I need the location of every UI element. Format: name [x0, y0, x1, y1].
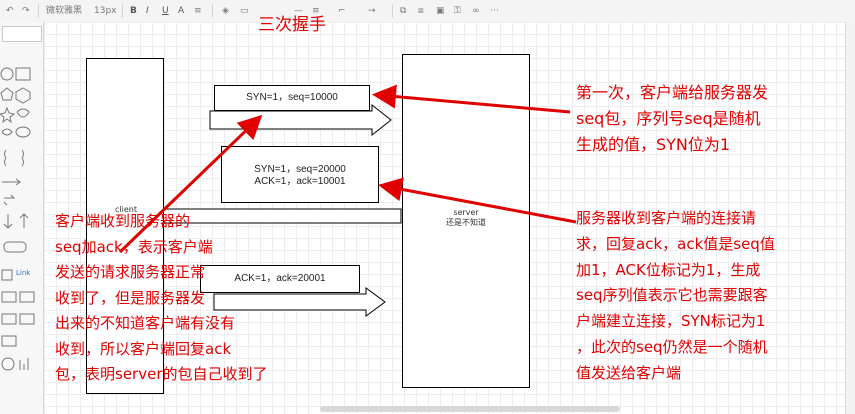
note-line: 出来的不知道客户端有没有 — [55, 314, 236, 332]
note-line: seq加ack，表示客户端 — [55, 237, 213, 256]
note-line: 客户端收到服务器的 — [55, 212, 191, 230]
note-line: seq序列值表示它也需要跟客 — [576, 286, 768, 305]
note-line: 收到，所以客户端回复ack — [55, 339, 232, 358]
note-line: 户端建立连接，SYN标记为1 — [576, 312, 766, 331]
note-line: seq包，序列号seq是随机 — [576, 109, 761, 128]
note-line: 收到了，但是服务器发 — [55, 288, 206, 307]
diagram-title: 三次握手 — [258, 15, 326, 35]
annotation-arrow-first — [372, 84, 571, 114]
annotation-arrow-second — [378, 177, 577, 224]
note-line: 第一次，客户端给服务器发 — [576, 83, 769, 102]
note-line: 求，回复ack，ack值是seq值 — [576, 234, 775, 253]
note-line: 值发送给客户端 — [576, 363, 682, 382]
note-line: 服务器收到客户端的连接请 — [576, 209, 757, 227]
note-second-handshake: 服务器收到客户端的连接请 求，回复ack，ack值是seq值 加1，ACK位标记… — [576, 206, 851, 387]
note-line: 发送的请求服务器正常 — [55, 263, 206, 281]
note-line: 加1，ACK位标记为1，生成 — [576, 260, 761, 279]
note-line: 包，表明server的包自己收到了 — [55, 365, 268, 383]
note-line: 生成的值，SYN位为1 — [576, 135, 731, 154]
note-line: ，此次的seq仍然是一个随机 — [576, 337, 768, 356]
note-third-handshake: 客户端收到服务器的 seq加ack，表示客户端 发送的请求服务器正常 收到了，但… — [55, 209, 385, 388]
note-first-handshake: 第一次，客户端给服务器发 seq包，序列号seq是随机 生成的值，SYN位为1 — [576, 80, 846, 158]
